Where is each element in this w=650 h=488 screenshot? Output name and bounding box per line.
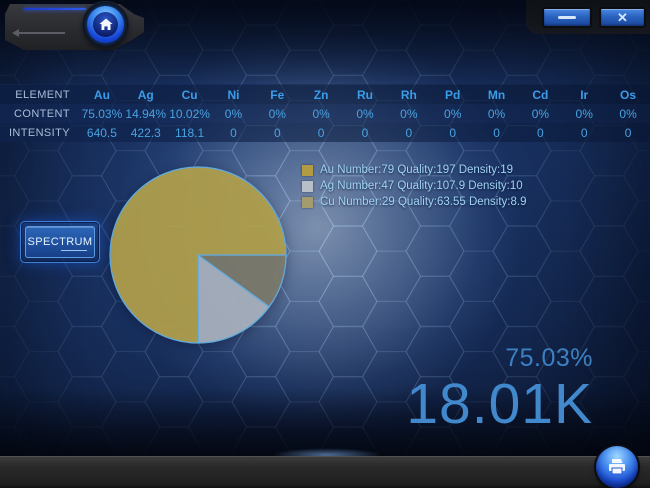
element-cell-Ni: Ni — [227, 87, 240, 102]
table-row-content: CONTENT 75.03% 14.94% 10.02% 0% 0% 0% 0% 0% 0% 0% 0… — [0, 104, 650, 123]
content-cell-Mn: 0% — [487, 106, 506, 121]
legend-item-au: Au Number:79 Quality:197 Density:19 — [302, 162, 526, 178]
spectrum-button[interactable]: SPECTRUM — [20, 221, 100, 263]
content-cell-Zn: 0% — [312, 106, 330, 121]
intensity-cell-Fe: 0 — [273, 125, 281, 140]
intensity-cell-Os: 0 — [624, 125, 632, 140]
analyzer-window: ELEMENT Au Ag Cu Ni Fe Zn Ru Rh Pd Mn Cd Ir Os CONTENT… — [0, 0, 650, 488]
close-button[interactable]: ✕ — [599, 7, 646, 28]
content-cell-Rh: 0% — [400, 106, 418, 121]
content-cell-Os: 0% — [619, 106, 637, 121]
element-cell-Ag: Ag — [137, 87, 154, 102]
element-cell-Rh: Rh — [400, 87, 417, 102]
legend-label-cu: Cu Number:29 Quality:63.55 Density:8.9 — [320, 196, 527, 208]
legend-item-cu: Cu Number:29 Quality:63.55 Density:8.9 — [302, 194, 526, 210]
content-cell-Ru: 0% — [356, 106, 374, 121]
element-cell-Fe: Fe — [270, 87, 285, 102]
content-percent-readout: 75.03% — [505, 344, 593, 372]
minimize-icon — [558, 16, 576, 19]
close-icon: ✕ — [617, 10, 628, 25]
element-table: ELEMENT Au Ag Cu Ni Fe Zn Ru Rh Pd Mn Cd Ir Os CONTENT… — [0, 85, 650, 142]
spectrum-underline-decoration — [61, 250, 87, 251]
element-cell-Os: Os — [620, 87, 637, 102]
content-cell-Pd: 0% — [444, 106, 462, 121]
spectrum-button-label: SPECTRUM — [27, 236, 93, 248]
element-cell-Mn: Mn — [487, 87, 506, 102]
element-cell-Cu: Cu — [181, 87, 198, 102]
print-button[interactable] — [596, 446, 638, 488]
element-cell-Ir: Ir — [580, 87, 589, 102]
content-cell-Fe: 0% — [268, 106, 286, 121]
element-cell-Zn: Zn — [313, 87, 329, 102]
legend-label-ag: Ag Number:47 Quality:107.9 Density:10 — [320, 180, 523, 192]
table-row-element: ELEMENT Au Ag Cu Ni Fe Zn Ru Rh Pd Mn Cd Ir Os — [0, 85, 650, 104]
content-cell-Ir: 0% — [575, 106, 593, 121]
total-intensity-readout: 18.01K — [406, 372, 593, 436]
element-cell-Ru: Ru — [356, 87, 373, 102]
home-button-ring — [87, 6, 124, 43]
intensity-cell-Ir: 0 — [580, 125, 588, 140]
content-cell-Ni: 0% — [224, 106, 243, 121]
home-button-core — [93, 12, 118, 37]
intensity-cell-Ru: 0 — [361, 125, 369, 140]
row-label-intensity: INTENSITY — [8, 126, 70, 139]
legend-swatch-ag — [302, 180, 313, 192]
bottom-bar — [0, 456, 650, 488]
content-cell-Cd: 0% — [531, 106, 550, 121]
pie-chart — [109, 166, 287, 344]
home-icon — [99, 18, 112, 30]
intensity-cell-Cd: 0 — [537, 125, 544, 140]
intensity-cell-Pd: 0 — [449, 125, 457, 140]
legend-swatch-au — [302, 164, 313, 176]
element-cell-Pd: Pd — [445, 87, 461, 102]
printer-icon — [609, 459, 625, 475]
row-label-element: ELEMENT — [15, 88, 70, 101]
back-arrow-decoration — [12, 29, 65, 37]
intensity-cell-Cu: 118.1 — [175, 125, 205, 140]
content-cell-Au: 75.03% — [81, 106, 123, 121]
pie-legend: Au Number:79 Quality:197 Density:19 Ag Nu… — [302, 162, 526, 210]
summary-readout: 75.03% 18.01K — [406, 344, 593, 433]
legend-label-au: Au Number:79 Quality:197 Density:19 — [320, 164, 514, 176]
intensity-cell-Mn: 0 — [493, 125, 500, 140]
minimize-button[interactable] — [542, 7, 592, 28]
intensity-cell-Ni: 0 — [230, 125, 237, 140]
intensity-cell-Ag: 422.3 — [130, 125, 161, 140]
home-button[interactable] — [83, 2, 128, 47]
accent-line-decoration — [24, 8, 86, 10]
row-label-content: CONTENT — [14, 107, 70, 120]
table-row-intensity: INTENSITY 640.5 422.3 118.1 0 0 0 0 0 0 0 0 0 0 — [0, 123, 650, 142]
spectrum-button-face: SPECTRUM — [25, 226, 95, 258]
content-cell-Cu: 10.02% — [169, 106, 210, 121]
intensity-cell-Zn: 0 — [317, 125, 325, 140]
content-cell-Ag: 14.94% — [125, 106, 167, 121]
legend-item-ag: Ag Number:47 Quality:107.9 Density:10 — [302, 178, 526, 194]
legend-swatch-cu — [302, 196, 313, 208]
element-cell-Cd: Cd — [532, 87, 549, 102]
intensity-cell-Au: 640.5 — [86, 125, 117, 140]
intensity-cell-Rh: 0 — [405, 125, 413, 140]
element-cell-Au: Au — [93, 87, 110, 102]
